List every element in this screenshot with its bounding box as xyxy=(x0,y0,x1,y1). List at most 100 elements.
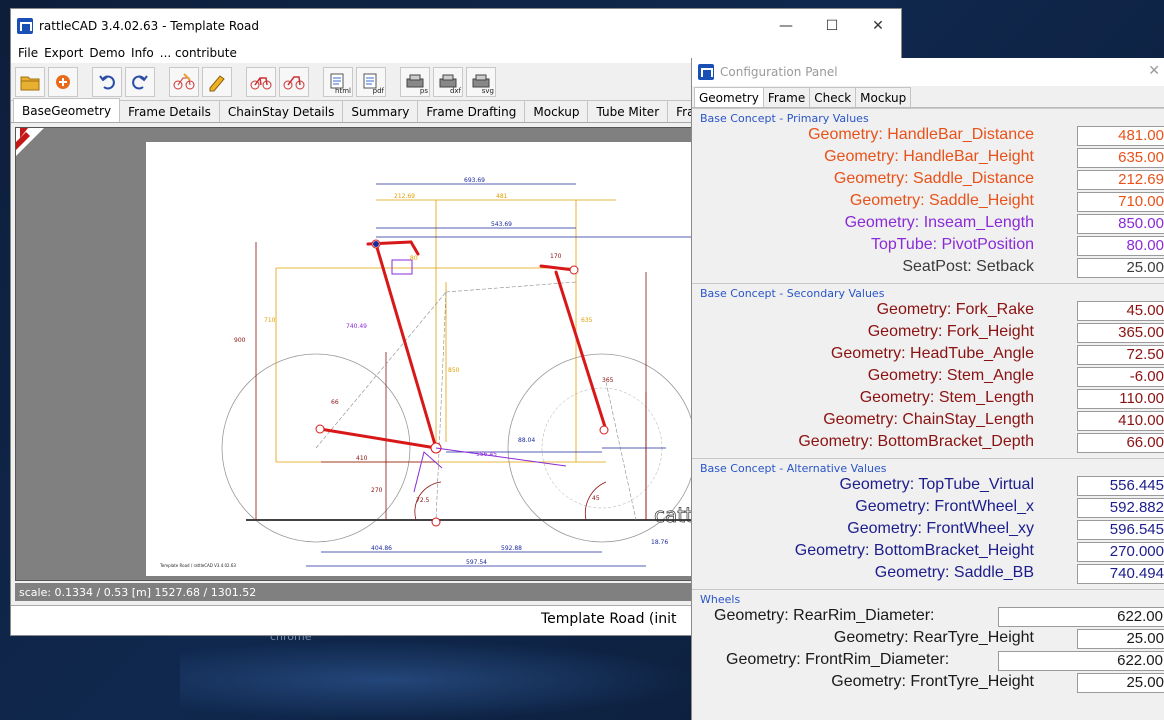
tab-summary[interactable]: Summary xyxy=(342,100,419,122)
front-rim-value: 622.00 xyxy=(1117,652,1163,669)
param-label: SeatPost: Setback xyxy=(902,258,1034,275)
bike-geometry-drawing: 693.69 543.69 404.86 592.88 597.54 88.04… xyxy=(221,177,706,567)
param-label: Geometry: TopTube_Virtual xyxy=(839,476,1034,493)
wheels-group: Wheels Geometry: RearRim_Diameter: 622.0… xyxy=(692,589,1164,694)
undo-button[interactable] xyxy=(92,66,122,97)
saddle-bb-input[interactable]: 740.494 xyxy=(1077,564,1164,584)
config-title-bar[interactable]: Configuration Panel ✕ xyxy=(692,58,1164,86)
param-label: Geometry: HandleBar_Distance xyxy=(808,126,1034,143)
tab-basegeometry[interactable]: BaseGeometry xyxy=(13,98,121,122)
config-title: Configuration Panel xyxy=(720,65,838,79)
close-button[interactable]: ✕ xyxy=(855,9,901,43)
frame-view-button[interactable] xyxy=(246,66,276,97)
fork xyxy=(554,270,608,432)
stem-angle-input[interactable]: -6.00 xyxy=(1077,367,1164,387)
handlebar-height-input[interactable]: 635.00 xyxy=(1077,148,1164,168)
rear-tyre-height-input[interactable]: 25.00 xyxy=(1077,629,1164,649)
tab-chainstay-details[interactable]: ChainStay Details xyxy=(218,100,344,122)
param-label: Geometry: FrontWheel_xy xyxy=(847,520,1034,537)
fork-rake-input[interactable]: 45.00 xyxy=(1077,301,1164,321)
status-text: Template Road (init xyxy=(541,611,677,627)
dim-text: 481 xyxy=(496,193,508,200)
fork-height-input[interactable]: 365.00 xyxy=(1077,323,1164,343)
inseam-length-input[interactable]: 850.00 xyxy=(1077,214,1164,234)
tab-frame[interactable]: Frame xyxy=(762,87,811,107)
frame-compare-button[interactable] xyxy=(279,66,309,97)
param-label: Geometry: Fork_Rake xyxy=(876,301,1034,318)
redo-button[interactable] xyxy=(125,66,155,97)
param-label: Geometry: FrontTyre_Height xyxy=(831,673,1034,690)
tab-mockup[interactable]: Mockup xyxy=(524,100,589,122)
dim-text: 543.69 xyxy=(491,221,512,228)
stem-length-input[interactable]: 110.00 xyxy=(1077,389,1164,409)
tab-frame-drafting[interactable]: Frame Drafting xyxy=(417,100,526,122)
bike-compare-icon xyxy=(283,75,305,89)
param-label: Geometry: BottomBracket_Height xyxy=(794,542,1034,559)
tab-tube-miter[interactable]: Tube Miter xyxy=(587,100,669,122)
export-html-button[interactable]: html xyxy=(323,66,353,97)
minimize-button[interactable]: — xyxy=(763,9,809,43)
param-label: Geometry: ChainStay_Length xyxy=(823,411,1034,428)
headtube-angle-input[interactable]: 72.50 xyxy=(1077,345,1164,365)
bb-depth-input[interactable]: 66.00 xyxy=(1077,433,1164,453)
dim-text: 365 xyxy=(602,377,614,384)
handlebar-distance-input[interactable]: 481.00 xyxy=(1077,126,1164,146)
svg-label: svg xyxy=(481,86,494,95)
dim-text: 88.04 xyxy=(518,437,535,444)
redo-icon xyxy=(132,74,148,89)
chainstay-length-input[interactable]: 410.00 xyxy=(1077,411,1164,431)
menu-export[interactable]: Export xyxy=(41,46,86,60)
dim-text: 850 xyxy=(448,367,460,374)
menu-contribute[interactable]: ... contribute xyxy=(157,46,240,60)
dim-text: 170 xyxy=(550,253,562,260)
close-icon[interactable]: ✕ xyxy=(1148,63,1160,79)
saddle-height-input[interactable]: 710.00 xyxy=(1077,192,1164,212)
param-label: Geometry: HeadTube_Angle xyxy=(830,345,1034,362)
param-label: Geometry: RearTyre_Height xyxy=(833,629,1034,646)
drawing-sheet[interactable]: 693.69 543.69 404.86 592.88 597.54 88.04… xyxy=(146,142,706,576)
pencil-icon xyxy=(209,74,225,91)
dim-text: 740.49 xyxy=(346,323,367,330)
param-label: Geometry: Stem_Length xyxy=(859,389,1034,406)
menu-file[interactable]: File xyxy=(15,46,41,60)
folder-icon xyxy=(20,76,40,90)
param-label: Geometry: HandleBar_Height xyxy=(824,148,1034,165)
pivot-position-input[interactable]: 80.00 xyxy=(1077,236,1164,256)
front-rim-select[interactable]: 622.00⌵ xyxy=(998,651,1164,671)
param-label: Geometry: RearRim_Diameter: xyxy=(714,607,935,624)
saddle-distance-input[interactable]: 212.69 xyxy=(1077,170,1164,190)
front-tyre-height-input[interactable]: 25.00 xyxy=(1077,673,1164,693)
save-button[interactable] xyxy=(48,66,78,97)
export-svg-button[interactable]: svg xyxy=(466,66,496,97)
dim-text: 72.5 xyxy=(416,497,430,504)
menu-demo[interactable]: Demo xyxy=(86,46,128,60)
toptube-virtual-input[interactable]: 556.445 xyxy=(1077,476,1164,496)
frontwheel-x-input[interactable]: 592.882 xyxy=(1077,498,1164,518)
config-tabs: Geometry Frame Check Mockup xyxy=(692,86,1164,108)
export-dxf-button[interactable]: dxf xyxy=(433,66,463,97)
export-ps-button[interactable]: ps xyxy=(400,66,430,97)
bike-render-icon xyxy=(173,72,195,89)
tab-check[interactable]: Check xyxy=(809,87,857,107)
title-bar[interactable]: rattleCAD 3.4.02.63 - Template Road — ☐ … xyxy=(11,9,901,43)
drawing-footer: Template Road / rattleCAD V3.4.02.63 xyxy=(160,563,236,568)
render-button[interactable] xyxy=(169,66,199,97)
edit-button[interactable] xyxy=(202,66,232,97)
param-label: Geometry: BottomBracket_Depth xyxy=(798,433,1034,450)
menu-info[interactable]: Info xyxy=(128,46,157,60)
frontwheel-xy-input[interactable]: 596.545 xyxy=(1077,520,1164,540)
tab-geometry[interactable]: Geometry xyxy=(694,87,764,107)
corner-marker-icon[interactable] xyxy=(16,128,44,156)
dim-text: 212.69 xyxy=(394,193,415,200)
dim-text: 404.86 xyxy=(371,545,392,552)
bb-height-input[interactable]: 270.000 xyxy=(1077,542,1164,562)
maximize-button[interactable]: ☐ xyxy=(809,9,855,43)
seatpost-setback-input[interactable]: 25.00 xyxy=(1077,258,1164,278)
dim-text: 45 xyxy=(592,495,600,502)
export-pdf-button[interactable]: pdf xyxy=(356,66,386,97)
tab-mockup[interactable]: Mockup xyxy=(855,87,912,107)
tab-frame-details[interactable]: Frame Details xyxy=(119,100,220,122)
open-folder-button[interactable] xyxy=(15,66,45,97)
app-icon xyxy=(698,64,714,80)
rear-rim-select[interactable]: 622.00⌵ xyxy=(998,607,1164,627)
